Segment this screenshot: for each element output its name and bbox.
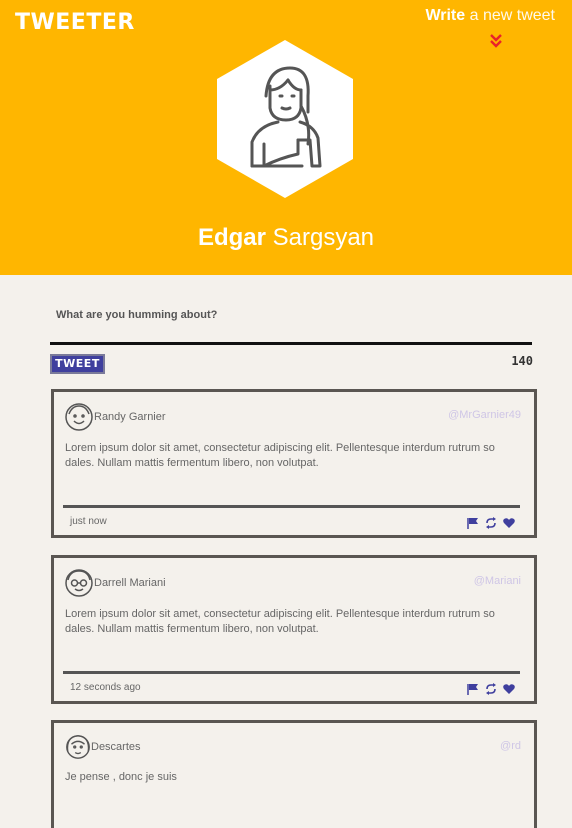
double-chevron-down-icon[interactable] (489, 33, 503, 49)
flag-icon[interactable] (467, 516, 479, 529)
user-avatar-icon (65, 403, 93, 431)
character-counter: 140 (511, 354, 533, 368)
retweet-icon[interactable] (485, 682, 497, 695)
tweet-author-name: Descartes (91, 741, 141, 753)
compose-prompt[interactable]: What are you humming about? (56, 309, 217, 321)
tweet-divider (63, 505, 520, 508)
tweet-card: Randy Garnier @MrGarnier49 Lorem ipsum d… (51, 389, 537, 538)
tweet-text: Je pense , donc je suis (65, 771, 177, 783)
tweet-timestamp: just now (70, 516, 107, 527)
tweet-author-handle[interactable]: @Mariani (474, 575, 521, 587)
write-link-bold: Write (425, 7, 466, 24)
tweet-timestamp: 12 seconds ago (70, 682, 141, 693)
tweet-card: Descartes @rd Je pense , donc je suis (51, 720, 537, 828)
tweet-author-handle[interactable]: @rd (500, 740, 521, 752)
write-link-rest: a new tweet (469, 7, 555, 24)
tweet-text: Lorem ipsum dolor sit amet, consectetur … (65, 608, 495, 635)
tweet-author-name: Darrell Mariani (94, 577, 166, 589)
tweet-divider (63, 671, 520, 674)
heart-icon[interactable] (503, 682, 515, 694)
profile-last-name: Sargsyan (272, 224, 375, 251)
write-new-tweet-link[interactable]: Write a new tweet (425, 7, 555, 25)
profile-first-name: Edgar (197, 224, 266, 251)
compose-input-underline[interactable] (50, 342, 532, 345)
heart-icon[interactable] (503, 516, 515, 528)
retweet-icon[interactable] (485, 516, 497, 529)
tweet-text: Lorem ipsum dolor sit amet, consectetur … (65, 442, 495, 469)
tweet-card: Darrell Mariani @Mariani Lorem ipsum dol… (51, 555, 537, 704)
user-avatar-icon (66, 735, 90, 759)
flag-icon[interactable] (467, 682, 479, 695)
tweet-author-handle[interactable]: @MrGarnier49 (448, 409, 521, 421)
profile-name: Edgar Sargsyan (0, 224, 572, 252)
tweet-actions (467, 682, 515, 695)
profile-header: TWEETER Write a new tweet Edgar Sargsyan (0, 0, 572, 275)
tweet-button[interactable]: TWEET (50, 354, 105, 374)
profile-avatar (214, 38, 356, 200)
user-avatar-icon (65, 569, 93, 597)
tweet-actions (467, 516, 515, 529)
tweet-author-name: Randy Garnier (94, 411, 166, 423)
app-logo[interactable]: TWEETER (15, 10, 135, 35)
